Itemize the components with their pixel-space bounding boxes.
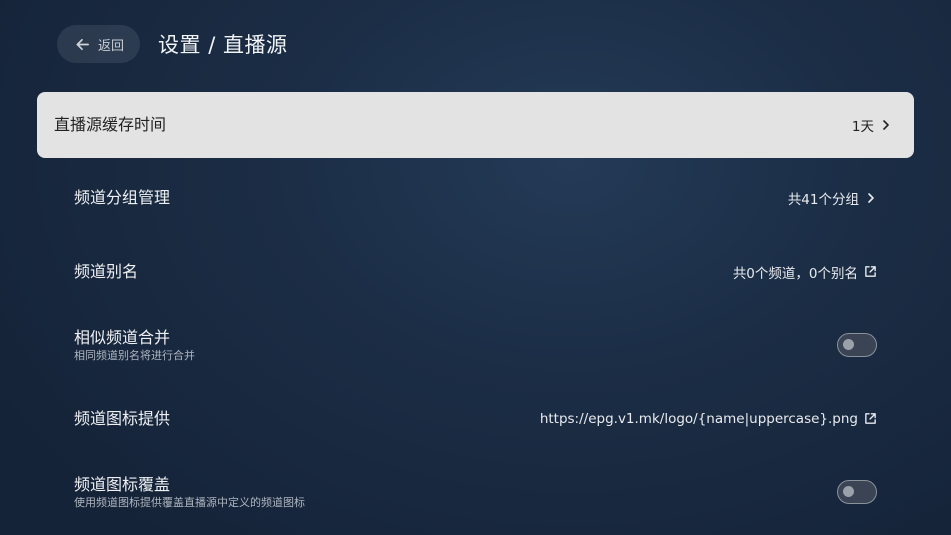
similar-channel-merge-toggle[interactable] [837,333,877,358]
back-label: 返回 [98,38,125,54]
setting-channel-logo-override[interactable]: 频道图标覆盖 使用频道图标提供覆盖直播源中定义的频道图标 [37,459,914,525]
setting-title: 直播源缓存时间 [54,115,167,134]
setting-channel-group-management[interactable]: 频道分组管理 共41个分组 [37,165,914,231]
external-link-icon [864,412,877,425]
setting-title: 频道别名 [74,261,139,281]
chevron-right-icon [865,192,877,204]
setting-title: 频道图标提供 [74,408,171,428]
header: 返回 设置 / 直播源 [57,25,287,63]
setting-similar-channel-merge[interactable]: 相似频道合并 相同频道别名将进行合并 [37,312,914,378]
arrow-left-icon [75,37,90,52]
setting-live-source-cache-time[interactable]: 直播源缓存时间 1天 [37,92,914,158]
setting-channel-alias[interactable]: 频道别名 共0个频道，0个别名 [37,239,914,305]
back-button[interactable]: 返回 [57,25,141,63]
setting-title: 频道分组管理 [74,188,171,208]
setting-title: 频道图标覆盖 [74,474,171,494]
toggle-knob [843,339,854,351]
setting-value: 共0个频道，0个别名 [732,265,858,282]
external-link-icon [864,265,877,278]
setting-subtitle: 相同频道别名将进行合并 [74,349,195,363]
setting-channel-logo-provider[interactable]: 频道图标提供 https://epg.v1.mk/logo/{name|uppe… [37,386,914,452]
channel-logo-override-toggle[interactable] [837,479,877,504]
settings-list: 直播源缓存时间 1天 频道分组管理 共41个分组 频道别名 共0个频道，0个别名 [37,92,914,532]
setting-value: 共41个分组 [787,192,859,209]
chevron-right-icon [880,119,892,131]
setting-subtitle: 使用频道图标提供覆盖直播源中定义的频道图标 [74,495,305,509]
page-title: 设置 / 直播源 [158,33,288,57]
setting-value: https://epg.v1.mk/logo/{name|uppercase}.… [539,410,858,427]
toggle-knob [843,485,854,497]
setting-value: 1天 [851,119,874,135]
setting-title: 相似频道合并 [74,328,171,348]
